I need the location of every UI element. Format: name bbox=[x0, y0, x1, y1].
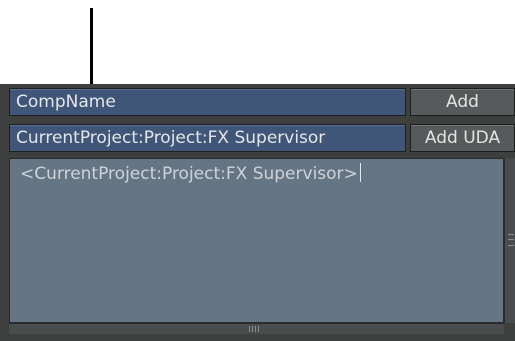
add-uda-button[interactable]: Add UDA bbox=[410, 124, 515, 152]
expression-editor[interactable]: <CurrentProject:Project:FX Supervisor> bbox=[9, 158, 504, 323]
vertical-scrollbar[interactable] bbox=[504, 158, 515, 323]
expression-text: <CurrentProject:Project:FX Supervisor> bbox=[20, 164, 358, 184]
grip-icon[interactable] bbox=[249, 326, 261, 332]
name-field[interactable]: CompName bbox=[9, 88, 406, 116]
text-cursor bbox=[359, 163, 361, 182]
add-button[interactable]: Add bbox=[410, 88, 515, 116]
horizontal-scrollbar[interactable] bbox=[9, 323, 504, 334]
grip-icon[interactable] bbox=[508, 234, 514, 246]
uda-field[interactable]: CurrentProject:Project:FX Supervisor bbox=[9, 124, 406, 152]
